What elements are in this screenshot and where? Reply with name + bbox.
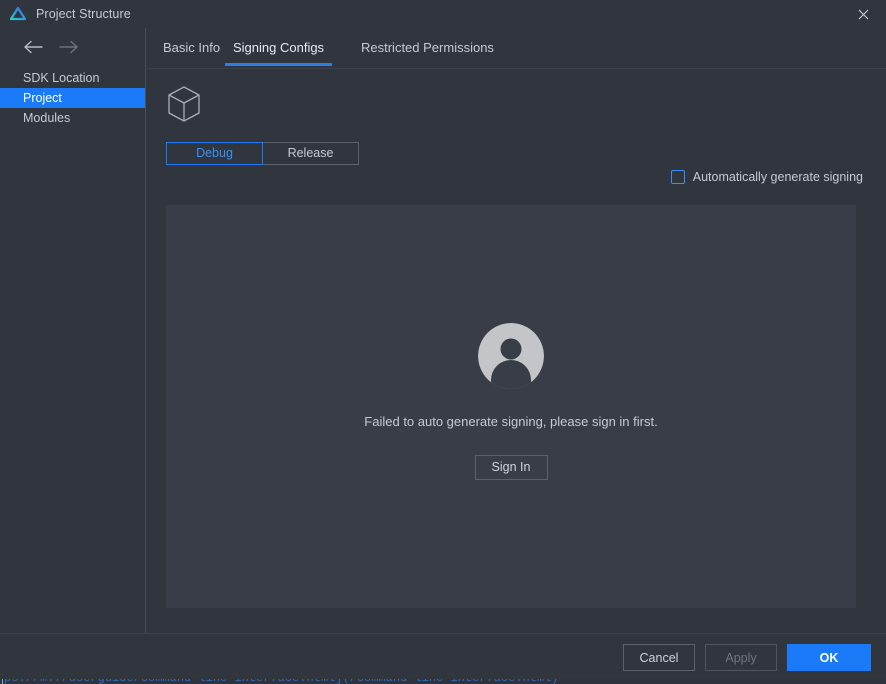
tab-bar-separator bbox=[147, 68, 886, 69]
window-title: Project Structure bbox=[36, 7, 131, 21]
build-variant-label: Release bbox=[287, 146, 334, 160]
tab-basic-info[interactable]: Basic Info bbox=[163, 40, 220, 66]
apply-button[interactable]: Apply bbox=[705, 644, 777, 671]
text-caret bbox=[2, 679, 3, 684]
clipped-bottom-strip: ps://m.7/userguide/command-line-interfac… bbox=[0, 679, 886, 684]
tab-active-underline bbox=[225, 63, 333, 66]
arrow-right-icon[interactable] bbox=[58, 40, 79, 54]
title-bar: Project Structure bbox=[0, 0, 886, 28]
sidebar-list: SDK Location Project Modules bbox=[0, 68, 145, 128]
sidebar-item-label: Modules bbox=[23, 111, 71, 125]
tab-bar: Basic Info Signing Configs Restricted Pe… bbox=[147, 28, 886, 69]
user-avatar-icon bbox=[478, 323, 544, 389]
ok-button[interactable]: OK bbox=[787, 644, 871, 671]
signing-status-message: Failed to auto generate signing, please … bbox=[364, 414, 658, 429]
sign-in-button[interactable]: Sign In bbox=[474, 455, 548, 480]
tab-label: Restricted Permissions bbox=[361, 40, 494, 55]
build-variant-release-button[interactable]: Release bbox=[262, 142, 359, 165]
footer: Cancel Apply OK bbox=[0, 634, 886, 679]
deveco-logo-icon bbox=[9, 6, 27, 21]
sidebar-item-sdk-location[interactable]: SDK Location bbox=[0, 68, 145, 88]
checkbox-unchecked-icon[interactable] bbox=[670, 170, 685, 184]
build-variant-debug-button[interactable]: Debug bbox=[166, 142, 263, 165]
tab-restricted-permissions[interactable]: Restricted Permissions bbox=[361, 40, 494, 66]
close-button[interactable] bbox=[840, 0, 886, 28]
sidebar: SDK Location Project Modules bbox=[0, 28, 146, 633]
build-variant-toggle: Debug Release bbox=[166, 142, 359, 165]
project-structure-dialog: Project Structure SDK Location Project M… bbox=[0, 0, 886, 684]
arrow-left-icon[interactable] bbox=[23, 40, 44, 54]
sidebar-item-label: Project bbox=[23, 91, 62, 105]
signing-status-content: Failed to auto generate signing, please … bbox=[166, 323, 856, 480]
signing-status-panel: Failed to auto generate signing, please … bbox=[166, 205, 856, 608]
footer-buttons: Cancel Apply OK bbox=[623, 644, 871, 671]
build-variant-label: Debug bbox=[196, 146, 233, 160]
tab-signing-configs[interactable]: Signing Configs bbox=[225, 40, 333, 66]
auto-generate-signing-label: Automatically generate signing bbox=[692, 170, 863, 184]
clipped-link-text: ps://m.7/userguide/command-line-interfac… bbox=[4, 679, 559, 684]
cancel-button[interactable]: Cancel bbox=[623, 644, 695, 671]
tab-label: Basic Info bbox=[163, 40, 221, 55]
sidebar-nav-arrows bbox=[23, 40, 79, 54]
sidebar-item-project[interactable]: Project bbox=[0, 88, 145, 108]
sidebar-item-modules[interactable]: Modules bbox=[0, 108, 145, 128]
close-icon bbox=[858, 9, 868, 19]
content-area: Basic Info Signing Configs Restricted Pe… bbox=[147, 28, 886, 633]
tab-label: Signing Configs bbox=[233, 40, 325, 55]
auto-generate-signing-row[interactable]: Automatically generate signing bbox=[670, 170, 863, 184]
cube-icon bbox=[168, 86, 200, 122]
sidebar-item-label: SDK Location bbox=[23, 71, 100, 85]
